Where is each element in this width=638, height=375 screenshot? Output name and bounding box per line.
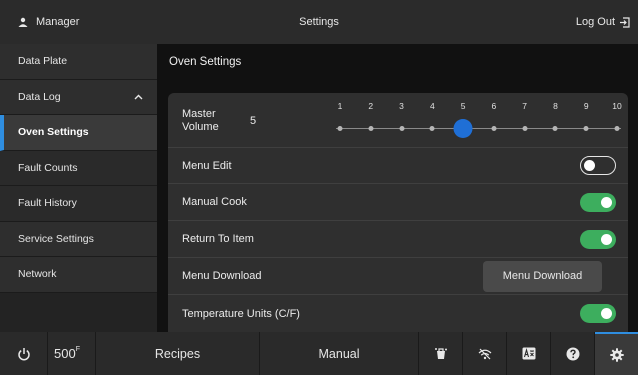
sidebar: Data Plate Data Log Oven Settings Fault … [0,44,157,332]
sidebar-item-label: Data Plate [18,55,68,68]
slider-thumb[interactable] [453,119,473,138]
volume-tick-dot[interactable] [583,126,589,131]
temperature-units-toggle[interactable] [580,304,616,323]
manual-cook-row: Manual Cook [168,184,628,221]
recipes-tab[interactable]: Recipes [96,332,260,375]
menu-edit-toggle[interactable] [580,156,616,175]
volume-tick-dot[interactable] [614,126,620,131]
manual-tab[interactable]: Manual [260,332,419,375]
sidebar-item-label: Network [18,268,57,281]
volume-tick-label: 3 [399,101,404,111]
toggle-knob [584,159,595,171]
master-volume-row: Master Volume 5 1 2 3 4 5 6 7 8 9 10 [168,93,628,148]
sidebar-item-label: Service Settings [18,232,94,245]
sidebar-item-service-settings[interactable]: Service Settings [0,221,157,257]
temperature-value: 500 [54,346,76,361]
recipes-label: Recipes [154,346,201,361]
sidebar-item-label: Data Log [18,90,61,103]
menu-edit-row: Menu Edit [168,148,628,184]
menu-download-button[interactable]: Menu Download [483,260,602,292]
logout-label: Log Out [575,16,615,28]
master-volume-label-line1: Master [182,108,216,120]
volume-tick-label: 4 [429,101,435,111]
sidebar-item-data-plate[interactable]: Data Plate [0,44,157,80]
master-volume-value: 5 [250,115,257,127]
toggle-knob [601,308,612,319]
menu-download-label: Menu Download [182,270,262,282]
cleaning-icon [434,347,447,359]
wifi-off-icon [478,348,491,359]
volume-tick-dot[interactable] [368,126,374,131]
settings-button[interactable] [595,332,638,375]
wifi-button[interactable] [463,332,507,375]
manual-label: Manual [318,346,360,361]
volume-tick-dot[interactable] [552,126,558,131]
volume-tick-label: 2 [368,101,374,111]
gear-icon [609,347,624,362]
volume-tick-labels: 1 2 3 4 5 6 7 8 9 10 [336,101,622,113]
return-to-item-toggle[interactable] [580,229,616,249]
translate-icon [522,347,535,360]
temperature-units-label: Temperature Units (C/F) [182,307,300,320]
settings-panel: Master Volume 5 1 2 3 4 5 6 7 8 9 10 Menu Edit Ma… [168,93,628,332]
volume-tick-label: 5 [460,101,466,111]
language-button[interactable] [507,332,551,375]
volume-tick-dot[interactable] [337,126,343,131]
user-name: Manager [36,16,80,28]
top-bar: Manager Settings Log Out [0,0,638,44]
cleaning-button[interactable] [419,332,463,375]
toggle-knob [601,196,612,208]
sidebar-item-network[interactable]: Network [0,257,157,293]
menu-edit-label: Menu Edit [182,159,232,172]
volume-tick-dot[interactable] [491,126,497,131]
logout-icon [620,16,630,28]
return-to-item-row: Return To Item [168,221,628,258]
manual-cook-toggle[interactable] [580,192,616,212]
chevron-up-icon [134,94,143,100]
toggle-knob [601,233,612,245]
user-menu[interactable]: Manager [0,16,200,28]
slider-track [336,128,621,129]
sidebar-item-label: Fault Counts [18,161,78,174]
volume-tick-label: 6 [491,101,497,111]
main-content: Oven Settings Master Volume 5 1234567891… [157,44,638,332]
user-icon [18,17,28,27]
sidebar-item-fault-counts[interactable]: Fault Counts [0,150,157,186]
volume-tick-label: 10 [612,101,622,111]
return-to-item-label: Return To Item [182,233,254,245]
volume-tick-label: 9 [583,101,589,111]
bottom-bar: 500 F Recipes Manual [0,332,638,375]
volume-tick-dot[interactable] [429,126,435,131]
menu-download-row: Menu Download Menu Download [168,258,628,295]
help-button[interactable] [551,332,595,375]
volume-tick-label: 7 [522,101,528,111]
volume-tick-label: 8 [553,101,558,111]
sidebar-item-fault-history[interactable]: Fault History [0,186,157,222]
section-title: Oven Settings [169,56,242,68]
power-icon [17,347,30,360]
help-icon [566,347,579,360]
temperature-unit: F [75,346,80,353]
master-volume-label: Master Volume [182,108,219,134]
volume-tick-dot[interactable] [399,126,405,131]
volume-tick-label: 1 [337,101,343,111]
sidebar-item-label: Oven Settings [18,126,89,139]
sidebar-item-data-log[interactable]: Data Log [0,79,157,115]
manual-cook-label: Manual Cook [182,196,247,208]
master-volume-label-line2: Volume [182,121,219,133]
master-volume-slider[interactable]: 1 2 3 4 5 6 7 8 9 10 [336,101,622,141]
sidebar-item-oven-settings[interactable]: Oven Settings [0,115,157,151]
logout-button[interactable]: Log Out [576,0,630,44]
sidebar-item-label: Fault History [18,197,77,210]
power-button[interactable] [0,332,48,375]
temperature-display[interactable]: 500 F [48,332,96,375]
temperature-units-row: Temperature Units (C/F) [168,295,628,332]
volume-tick-dot[interactable] [522,126,528,131]
